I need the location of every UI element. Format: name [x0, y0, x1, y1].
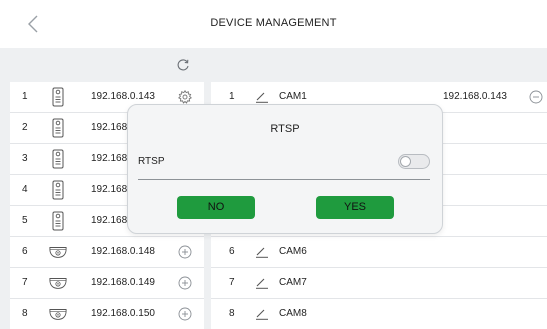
camera-icon: [49, 309, 67, 320]
device-index: 7: [22, 277, 28, 288]
camera-row[interactable]: 6 CAM6: [211, 237, 547, 268]
device-ip: 192.168.: [91, 153, 130, 164]
add-icon[interactable]: [178, 245, 192, 259]
header-bar: DEVICE MANAGEMENT: [0, 0, 547, 48]
page-title: DEVICE MANAGEMENT: [210, 17, 337, 29]
device-index: 1: [22, 91, 28, 102]
camera-icon: [49, 278, 67, 289]
device-row[interactable]: 6 192.168.0.148: [10, 237, 204, 268]
left-toolbar: [10, 48, 204, 80]
yes-button[interactable]: YES: [316, 196, 394, 219]
refresh-icon[interactable]: [176, 58, 190, 72]
camera-ip: 192.168.0.143: [443, 91, 507, 102]
camera-index: 8: [229, 308, 235, 319]
gear-icon[interactable]: [178, 90, 192, 104]
toggle-knob: [400, 156, 411, 167]
device-ip: 192.168.: [91, 215, 130, 226]
rtsp-toggle[interactable]: [398, 154, 430, 169]
device-index: 4: [22, 184, 28, 195]
camera-name: CAM6: [279, 246, 307, 257]
intercom-icon: [52, 118, 64, 138]
device-row[interactable]: 8 192.168.0.150: [10, 299, 204, 329]
rtsp-label: RTSP: [138, 156, 165, 167]
dialog-title: RTSP: [270, 123, 300, 135]
intercom-icon: [52, 211, 64, 231]
camera-name: CAM8: [279, 308, 307, 319]
no-button[interactable]: NO: [177, 196, 255, 219]
device-ip: 192.168.0.150: [91, 308, 155, 319]
camera-row[interactable]: 8 CAM8: [211, 299, 547, 329]
device-index: 5: [22, 215, 28, 226]
intercom-icon: [52, 149, 64, 169]
device-index: 8: [22, 308, 28, 319]
intercom-icon: [52, 87, 64, 107]
add-icon[interactable]: [178, 307, 192, 321]
edit-icon[interactable]: [255, 308, 269, 320]
device-index: 2: [22, 122, 28, 133]
remove-icon[interactable]: [529, 90, 543, 104]
device-row[interactable]: 7 192.168.0.149: [10, 268, 204, 299]
rtsp-dialog: RTSP RTSP NO YES: [127, 104, 443, 234]
camera-icon: [49, 247, 67, 258]
device-ip: 192.168.: [91, 122, 130, 133]
edit-icon[interactable]: [255, 277, 269, 289]
device-ip: 192.168.0.148: [91, 246, 155, 257]
add-icon[interactable]: [178, 276, 192, 290]
intercom-icon: [52, 180, 64, 200]
edit-icon[interactable]: [255, 91, 269, 103]
camera-index: 6: [229, 246, 235, 257]
device-ip: 192.168.: [91, 184, 130, 195]
device-ip: 192.168.0.149: [91, 277, 155, 288]
camera-row[interactable]: 7 CAM7: [211, 268, 547, 299]
device-index: 6: [22, 246, 28, 257]
dialog-divider: [138, 179, 430, 180]
camera-name: CAM7: [279, 277, 307, 288]
device-index: 3: [22, 153, 28, 164]
camera-index: 7: [229, 277, 235, 288]
edit-icon[interactable]: [255, 246, 269, 258]
